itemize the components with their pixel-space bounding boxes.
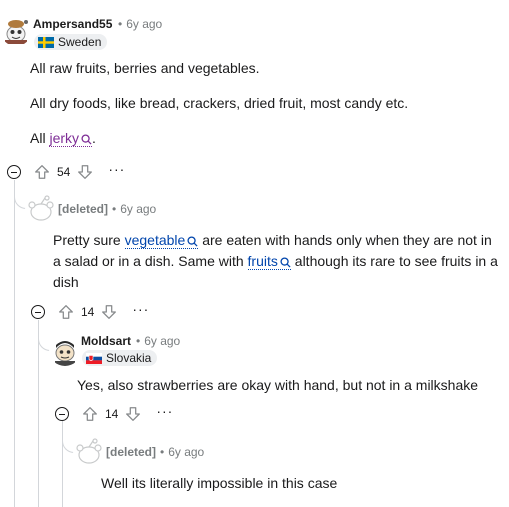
comment-timestamp[interactable]: • 6y ago (132, 334, 180, 348)
collapse-thread-button[interactable] (55, 407, 69, 421)
user-flair: Sweden (34, 34, 108, 50)
comment-body: Yes, also strawberries are okay with han… (77, 377, 479, 393)
upvote-icon[interactable] (81, 405, 99, 423)
thread-line-level2[interactable] (38, 320, 39, 507)
more-options-button[interactable]: ··· (132, 302, 149, 316)
vote-count: 14 (105, 407, 119, 421)
search-icon (280, 257, 291, 268)
keyword-search-link[interactable]: fruits (247, 253, 291, 270)
downvote-icon[interactable] (100, 303, 118, 321)
downvote-icon[interactable] (76, 163, 94, 181)
keyword-search-link[interactable]: jerky (49, 130, 93, 147)
search-icon (81, 134, 92, 145)
keyword-search-link[interactable]: vegetable (124, 232, 199, 249)
comment-author: [deleted] (58, 202, 109, 216)
comment-author[interactable]: Ampersand55 (33, 17, 112, 31)
comment-timestamp[interactable]: • 6y ago (156, 445, 204, 459)
thread-line-root[interactable] (14, 180, 15, 507)
comment-body: Well its literally impossible in this ca… (101, 475, 338, 491)
avatar-snoo-deleted (73, 436, 105, 468)
sweden-flag-icon (38, 36, 54, 48)
search-icon (187, 236, 198, 247)
collapse-thread-button[interactable] (31, 305, 45, 319)
user-flair: Slovakia (82, 350, 158, 366)
comment-author: [deleted] (106, 445, 157, 459)
vote-count: 54 (57, 165, 71, 179)
more-options-button[interactable]: ··· (108, 162, 125, 176)
upvote-icon[interactable] (33, 163, 51, 181)
comment-timestamp[interactable]: • 6y ago (108, 202, 156, 216)
vote-bar: 14 ··· (57, 302, 149, 322)
comment-timestamp[interactable]: • 6y ago (114, 17, 162, 31)
avatar-snoo-deleted (25, 193, 57, 225)
downvote-icon[interactable] (124, 405, 142, 423)
comment-body: All raw fruits, berries and vegetables. … (30, 60, 409, 147)
comment-body: Pretty sure vegetable are eaten with han… (53, 232, 498, 290)
comment-author[interactable]: Moldsart (81, 334, 131, 348)
upvote-icon[interactable] (57, 303, 75, 321)
slovakia-flag-icon (86, 352, 102, 364)
vote-bar: 54 ··· (33, 162, 125, 182)
avatar-moldsart[interactable] (49, 334, 81, 366)
more-options-button[interactable]: ··· (156, 404, 173, 418)
vote-count: 14 (81, 305, 95, 319)
avatar-ampersand[interactable] (0, 14, 32, 46)
collapse-thread-button[interactable] (7, 165, 21, 179)
vote-bar: 14 ··· (81, 404, 173, 424)
